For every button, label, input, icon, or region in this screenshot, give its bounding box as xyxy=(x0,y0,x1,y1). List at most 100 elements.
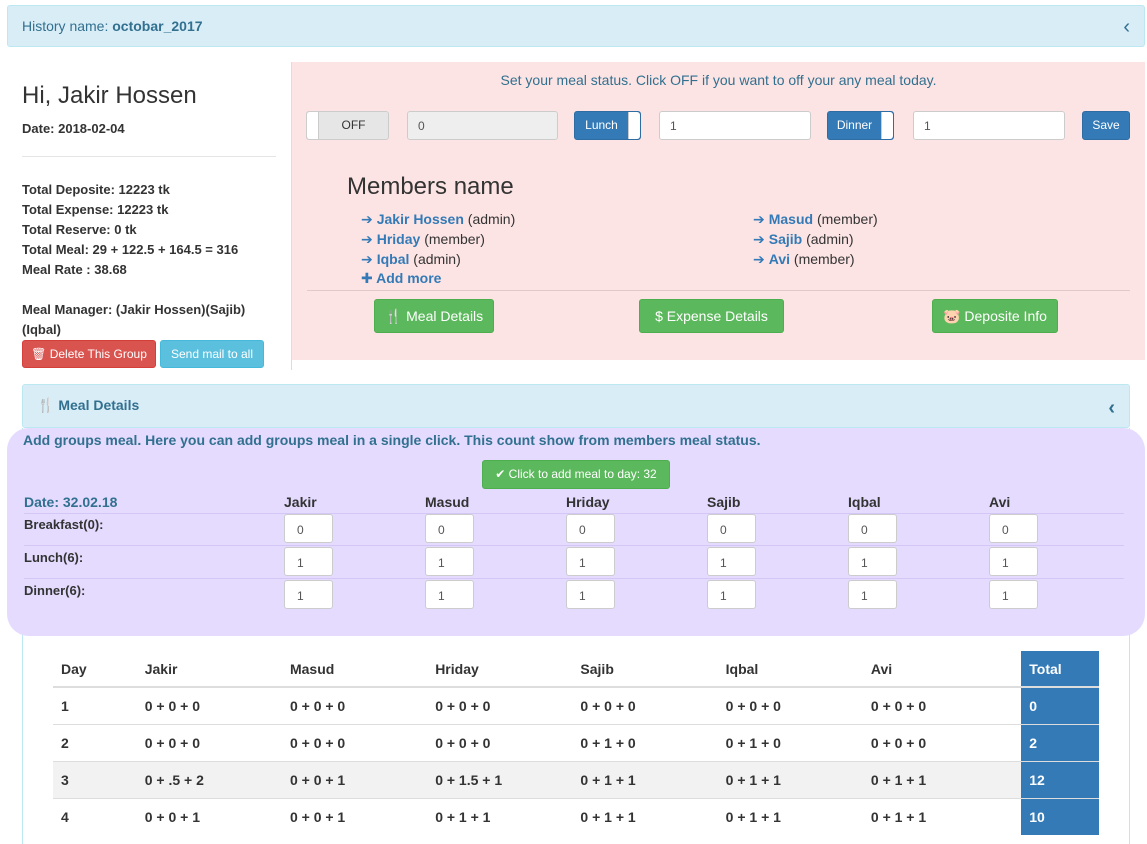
member-name[interactable]: Sajib xyxy=(769,231,802,247)
current-date: Date: 2018-02-04 xyxy=(22,121,125,136)
toggle-knob xyxy=(307,112,319,139)
member-name[interactable]: Iqbal xyxy=(377,251,410,267)
add-more-label: Add more xyxy=(376,270,442,286)
expense-details-button[interactable]: $ Expense Details xyxy=(639,299,784,333)
meal-manager: Meal Manager: (Jakir Hossen)(Sajib)(Iqba… xyxy=(22,302,246,337)
lunch-input[interactable]: 1 xyxy=(425,547,474,576)
divider xyxy=(307,290,1130,291)
breakfast-input[interactable]: 0 xyxy=(425,514,474,543)
add-more-link[interactable]: ✚ Add more xyxy=(361,270,441,287)
arrow-right-icon: ➔ xyxy=(361,251,373,267)
member-name[interactable]: Jakir Hossen xyxy=(377,211,464,227)
lunch-input[interactable]: 1 xyxy=(989,547,1038,576)
column-header: Avi xyxy=(862,651,1022,688)
table-cell: 0 + 1.5 + 1 xyxy=(427,760,573,798)
dinner-input[interactable]: 1 xyxy=(566,580,615,609)
deposite-info-button[interactable]: 🐷 Deposite Info xyxy=(932,299,1058,333)
chevron-left-icon[interactable]: ‹ xyxy=(1108,398,1115,418)
cutlery-icon: 🍴 xyxy=(384,308,403,324)
breakfast-input[interactable]: 0 xyxy=(989,514,1038,543)
dinner-input[interactable]: 1 xyxy=(989,580,1038,609)
meal-details-label: Meal Details xyxy=(406,308,484,324)
column-header: Iqbal xyxy=(848,494,881,510)
meal-off-toggle[interactable]: OFF xyxy=(306,111,389,140)
dinner-toggle[interactable]: Dinner xyxy=(827,111,894,140)
group-meal-panel: Add groups meal. Here you can add groups… xyxy=(7,428,1145,636)
member-name[interactable]: Hriday xyxy=(377,231,421,247)
row-divider xyxy=(24,578,1124,579)
dinner-label: Dinner(6): xyxy=(24,583,86,598)
lunch-input[interactable]: 1 xyxy=(284,547,333,576)
table-cell: 2 xyxy=(53,723,137,761)
cutlery-icon: 🍴 xyxy=(37,397,55,413)
meal-status-note: Set your meal status. Click OFF if you w… xyxy=(500,72,937,88)
table-cell: 0 + 0 + 0 xyxy=(862,686,1022,724)
delete-group-button[interactable]: 🗑 Delete This Group xyxy=(22,340,156,368)
dinner-input[interactable]: 1 xyxy=(707,580,756,609)
member-item[interactable]: ➔ Sajib (admin) xyxy=(753,231,854,248)
group-meal-note: Add groups meal. Here you can add groups… xyxy=(23,432,761,448)
history-name: octobar_2017 xyxy=(112,18,203,34)
table-cell: 0 + 1 + 1 xyxy=(572,797,718,835)
lunch-input[interactable]: 1 xyxy=(707,547,756,576)
total-expense: Total Expense: 12223 tk xyxy=(22,202,169,217)
history-header[interactable]: History name: octobar_2017 ‹ xyxy=(7,5,1145,47)
table-cell: 0 + 0 + 1 xyxy=(281,797,428,835)
table-cell: 0 + 0 + 0 xyxy=(136,723,282,761)
add-meal-label: Click to add meal to day: 32 xyxy=(508,467,657,481)
column-header: Masud xyxy=(425,494,470,510)
off-count-field[interactable]: 0 xyxy=(407,111,558,140)
member-item[interactable]: ➔ Avi (member) xyxy=(753,251,855,268)
table-cell: 0 + 1 + 1 xyxy=(717,760,863,798)
add-meal-button[interactable]: ✔ Click to add meal to day: 32 xyxy=(482,460,670,489)
member-item[interactable]: ➔ Masud (member) xyxy=(753,211,878,228)
meal-status-panel: Set your meal status. Click OFF if you w… xyxy=(292,62,1145,360)
member-role: (member) xyxy=(793,251,855,267)
member-item[interactable]: ➔ Hriday (member) xyxy=(361,231,485,248)
dinner-count-field[interactable]: 1 xyxy=(913,111,1065,140)
column-header: Iqbal xyxy=(717,651,863,688)
member-item[interactable]: ➔ Jakir Hossen (admin) xyxy=(361,211,515,228)
send-mail-button[interactable]: Send mail to all xyxy=(160,340,264,368)
breakfast-input[interactable]: 0 xyxy=(707,514,756,543)
meal-details-button[interactable]: 🍴 Meal Details xyxy=(374,299,494,333)
row-divider xyxy=(24,545,1124,546)
meal-details-header[interactable]: 🍴 Meal Details ‹ xyxy=(22,384,1130,428)
column-header: Sajib xyxy=(707,494,741,510)
dinner-input[interactable]: 1 xyxy=(425,580,474,609)
total-cell: 10 xyxy=(1021,797,1099,835)
deposite-info-label: Deposite Info xyxy=(964,308,1047,324)
table-cell: 0 + 0 + 0 xyxy=(572,686,718,724)
lunch-input[interactable]: 1 xyxy=(566,547,615,576)
table-cell: 0 + 0 + 1 xyxy=(281,760,428,798)
lunch-count-field[interactable]: 1 xyxy=(659,111,811,140)
breakfast-input[interactable]: 0 xyxy=(566,514,615,543)
lunch-toggle[interactable]: Lunch xyxy=(574,111,641,140)
lunch-input[interactable]: 1 xyxy=(848,547,897,576)
total-reserve: Total Reserve: 0 tk xyxy=(22,222,137,237)
table-cell: 0 + 0 + 1 xyxy=(136,797,282,835)
total-deposite: Total Deposite: 12223 tk xyxy=(22,182,170,197)
arrow-right-icon: ➔ xyxy=(753,231,765,247)
total-cell: 2 xyxy=(1021,723,1099,761)
meal-table: Day Jakir Masud Hriday Sajib Iqbal Avi T… xyxy=(53,651,1099,835)
divider xyxy=(22,156,276,157)
dinner-toggle-label: Dinner xyxy=(836,118,873,132)
member-name[interactable]: Masud xyxy=(769,211,813,227)
meal-details-title: Meal Details xyxy=(58,397,140,413)
chevron-left-icon[interactable]: ‹ xyxy=(1123,17,1130,37)
breakfast-label: Breakfast(0): xyxy=(24,517,104,532)
save-button[interactable]: Save xyxy=(1082,111,1130,140)
dinner-input[interactable]: 1 xyxy=(284,580,333,609)
table-cell: 1 xyxy=(53,686,137,724)
expense-details-label: Expense Details xyxy=(666,308,768,324)
breakfast-input[interactable]: 0 xyxy=(284,514,333,543)
member-item[interactable]: ➔ Iqbal (admin) xyxy=(361,251,461,268)
column-header: Jakir xyxy=(284,494,317,510)
breakfast-input[interactable]: 0 xyxy=(848,514,897,543)
table-row: 4 0 + 0 + 1 0 + 0 + 1 0 + 1 + 1 0 + 1 + … xyxy=(53,797,1099,835)
delete-group-label: Delete This Group xyxy=(49,347,147,361)
toggle-knob xyxy=(881,112,893,139)
member-name[interactable]: Avi xyxy=(769,251,790,267)
dinner-input[interactable]: 1 xyxy=(848,580,897,609)
